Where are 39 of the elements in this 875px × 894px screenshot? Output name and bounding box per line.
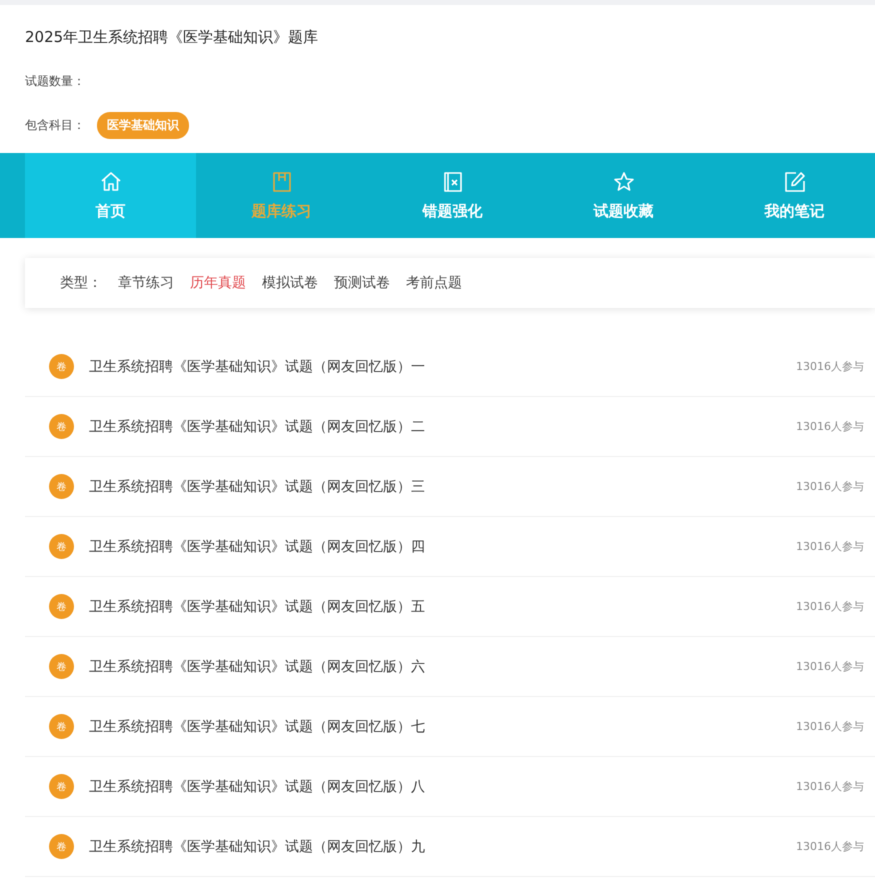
paper-badge: 卷 bbox=[49, 714, 74, 739]
paper-badge: 卷 bbox=[49, 534, 74, 559]
type-option[interactable]: 预测试卷 bbox=[334, 274, 390, 292]
participant-count: 13016人参与 bbox=[796, 479, 864, 494]
page-title: 2025年卫生系统招聘《医学基础知识》题库 bbox=[25, 27, 320, 48]
type-option[interactable]: 章节练习 bbox=[118, 274, 174, 292]
paper-link[interactable]: 卫生系统招聘《医学基础知识》试题（网友回忆版）三 bbox=[89, 478, 425, 496]
participant-count: 13016人参与 bbox=[796, 719, 864, 734]
participant-count: 13016人参与 bbox=[796, 359, 864, 374]
participant-count: 13016人参与 bbox=[796, 659, 864, 674]
question-count-label: 试题数量： bbox=[25, 72, 85, 90]
home-icon bbox=[98, 170, 122, 194]
paper-link[interactable]: 卫生系统招聘《医学基础知识》试题（网友回忆版）五 bbox=[89, 598, 425, 616]
paper-link[interactable]: 卫生系统招聘《医学基础知识》试题（网友回忆版）七 bbox=[89, 718, 425, 736]
participant-count: 13016人参与 bbox=[796, 779, 864, 794]
paper-badge: 卷 bbox=[49, 474, 74, 499]
paper-badge: 卷 bbox=[49, 354, 74, 379]
participant-count: 13016人参与 bbox=[796, 419, 864, 434]
paper-link[interactable]: 卫生系统招聘《医学基础知识》试题（网友回忆版）四 bbox=[89, 538, 425, 556]
paper-badge: 卷 bbox=[49, 834, 74, 859]
participant-count: 13016人参与 bbox=[796, 839, 864, 854]
participant-count: 13016人参与 bbox=[796, 539, 864, 554]
subjects-label: 包含科目： bbox=[25, 116, 85, 134]
star-icon bbox=[612, 170, 636, 194]
paper-badge: 卷 bbox=[49, 594, 74, 619]
paper-link[interactable]: 卫生系统招聘《医学基础知识》试题（网友回忆版）八 bbox=[89, 778, 425, 796]
type-option[interactable]: 模拟试卷 bbox=[262, 274, 318, 292]
participant-count: 13016人参与 bbox=[796, 599, 864, 614]
paper-badge: 卷 bbox=[49, 774, 74, 799]
type-option[interactable]: 考前点题 bbox=[406, 274, 462, 292]
type-option[interactable]: 历年真题 bbox=[190, 274, 246, 292]
type-label: 类型： bbox=[60, 274, 102, 292]
paper-link[interactable]: 卫生系统招聘《医学基础知识》试题（网友回忆版）一 bbox=[89, 358, 425, 376]
paper-link[interactable]: 卫生系统招聘《医学基础知识》试题（网友回忆版）六 bbox=[89, 658, 425, 676]
paper-badge: 卷 bbox=[49, 414, 74, 439]
edit-icon bbox=[782, 170, 806, 194]
paper-badge: 卷 bbox=[49, 654, 74, 679]
paper-link[interactable]: 卫生系统招聘《医学基础知识》试题（网友回忆版）九 bbox=[89, 838, 425, 856]
paper-link[interactable]: 卫生系统招聘《医学基础知识》试题（网友回忆版）二 bbox=[89, 418, 425, 436]
